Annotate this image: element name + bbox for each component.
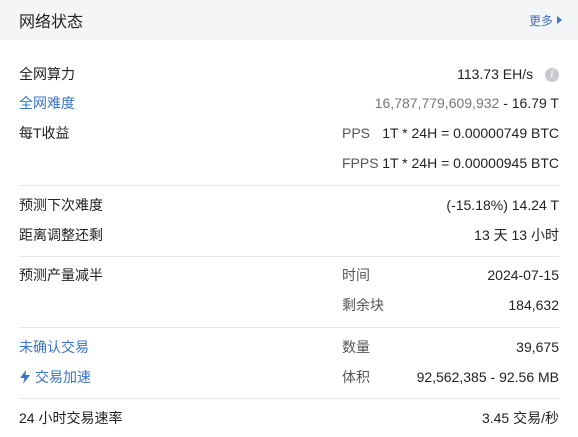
next-difficulty-label: 预测下次难度: [19, 197, 103, 213]
halving-time-value: 2024-07-15: [487, 267, 559, 283]
panel-title: 网络状态: [19, 14, 84, 31]
caret-right-icon[interactable]: [557, 16, 562, 24]
row-difficulty: 全网难度 16,787,779,609,932 - 16.79 T: [19, 92, 559, 114]
divider: [19, 185, 559, 186]
divider: [19, 327, 559, 328]
unconfirmed-link[interactable]: 未确认交易: [19, 337, 89, 357]
earnings-label: 每T收益: [19, 125, 70, 141]
halving-time-label: 时间: [342, 267, 370, 283]
adjust-remaining-label: 距离调整还剩: [19, 227, 103, 243]
hashrate-label: 全网算力: [19, 66, 75, 82]
difficulty-separator: -: [499, 95, 512, 111]
row-hashrate: 全网算力 113.73 EH/s i: [19, 63, 559, 85]
row-unconfirmed-count: 未确认交易 数量 39,675: [19, 336, 559, 358]
tx-rate-value: 3.45 交易/秒: [481, 410, 559, 426]
row-halving-time: 预测产量减半 时间 2024-07-15: [19, 264, 559, 286]
unconfirmed-count-label: 数量: [342, 339, 370, 355]
unconfirmed-count-value: 39,675: [516, 339, 559, 355]
difficulty-link[interactable]: 全网难度: [19, 93, 75, 113]
pps-value: 1T * 24H = 0.00000749 BTC: [382, 125, 559, 141]
difficulty-full: 16,787,779,609,932: [374, 95, 500, 111]
next-difficulty-value: (-15.18%) 14.24 T: [446, 197, 559, 213]
row-tx-rate: 24 小时交易速率 3.45 交易/秒: [19, 407, 559, 429]
tx-rate-label: 24 小时交易速率: [19, 410, 123, 426]
halving-blocks-label: 剩余块: [342, 297, 384, 313]
accelerate-link[interactable]: 交易加速: [19, 367, 91, 387]
row-adjust-remaining: 距离调整还剩 13 天 13 小时: [19, 224, 559, 246]
adjust-remaining-value: 13 天 13 小时: [474, 227, 559, 243]
hashrate-value-wrap: 113.73 EH/s i: [457, 65, 559, 83]
halving-label: 预测产量减半: [19, 267, 103, 283]
info-icon[interactable]: i: [545, 68, 559, 83]
hashrate-value: 113.73 EH/s: [457, 65, 534, 82]
row-unconfirmed-size: 交易加速 体积 92,562,385 - 92.56 MB: [19, 366, 559, 388]
row-earnings-pps: 每T收益 PPS 1T * 24H = 0.00000749 BTC: [19, 122, 559, 144]
row-earnings-fpps: FPPS 1T * 24H = 0.00000945 BTC: [19, 152, 559, 174]
fpps-label: FPPS: [342, 155, 379, 171]
row-halving-blocks: 剩余块 184,632: [19, 294, 559, 316]
pps-label: PPS: [342, 125, 371, 141]
accelerate-label[interactable]: 交易加速: [35, 369, 91, 385]
more-label[interactable]: 更多: [529, 12, 553, 29]
divider: [19, 256, 559, 257]
fpps-value: 1T * 24H = 0.00000945 BTC: [382, 155, 559, 171]
difficulty-value-wrap: 16,787,779,609,932 - 16.79 T: [375, 95, 559, 111]
halving-blocks-value: 184,632: [508, 297, 559, 313]
row-next-difficulty: 预测下次难度 (-15.18%) 14.24 T: [19, 194, 559, 216]
divider: [19, 398, 559, 399]
lightning-icon[interactable]: [19, 370, 31, 384]
more-link[interactable]: 更多: [529, 12, 562, 29]
unconfirmed-size-value: 92,562,385 - 92.56 MB: [416, 369, 559, 385]
unconfirmed-size-label: 体积: [342, 369, 370, 385]
network-status-panel: 网络状态 更多 全网算力 113.73 EH/s i 全网难度 16,787,7…: [0, 0, 578, 437]
panel-header: 网络状态 更多: [0, 0, 578, 40]
difficulty-short: 16.79 T: [511, 95, 559, 111]
